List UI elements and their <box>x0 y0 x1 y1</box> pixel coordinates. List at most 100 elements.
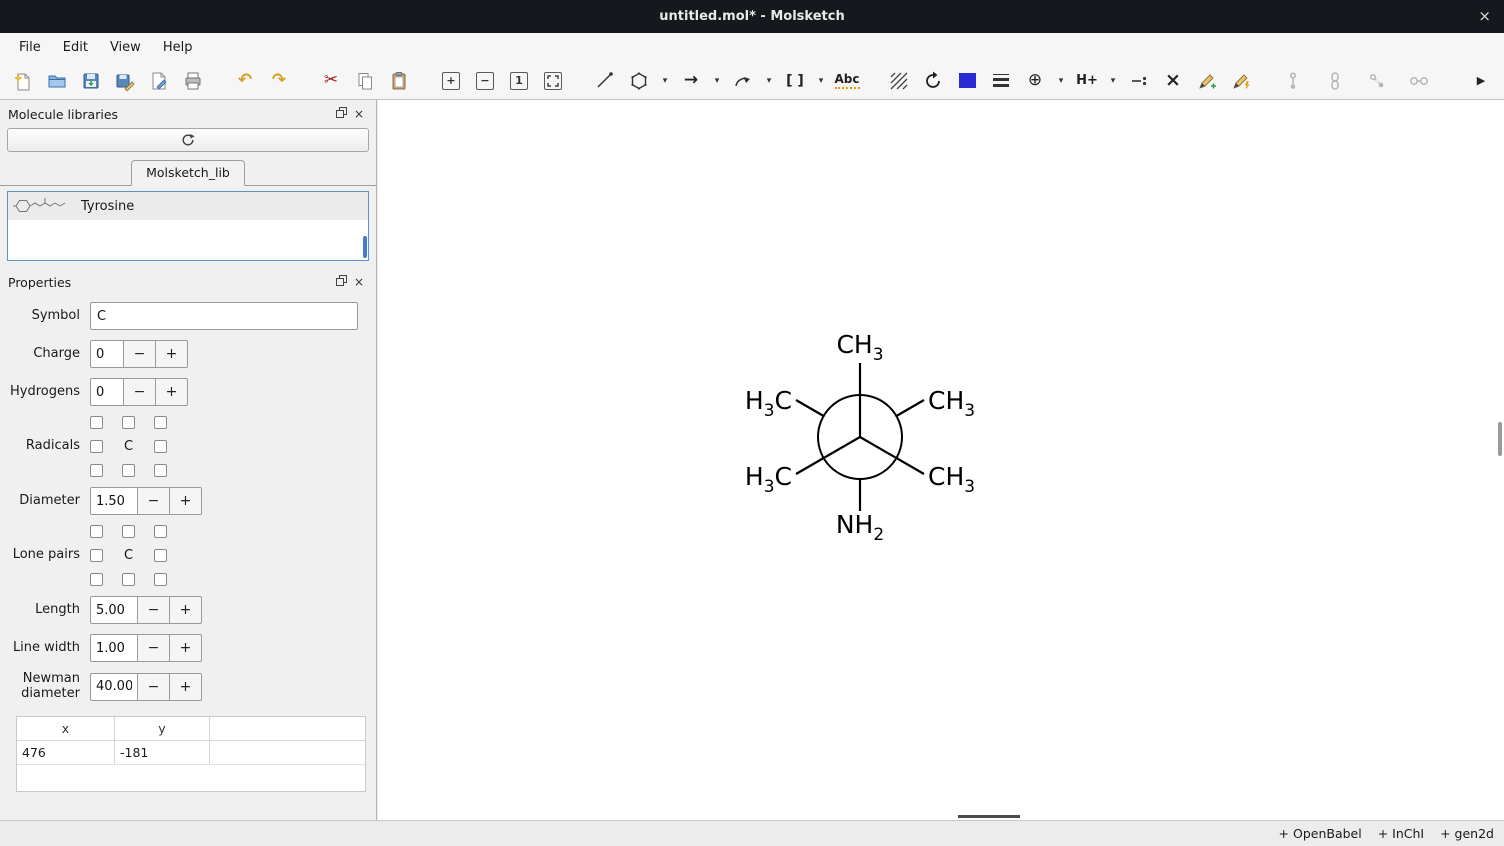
toolbar-overflow-button[interactable]: ▶ <box>1466 66 1496 96</box>
cut-button[interactable]: ✂ <box>316 66 346 96</box>
rotate-tool-button[interactable] <box>918 66 948 96</box>
ring-tool-dropdown[interactable]: ▾ <box>658 66 672 96</box>
line-width-input[interactable] <box>90 634 138 662</box>
save-as-button[interactable] <box>110 66 140 96</box>
radical-checkbox[interactable] <box>154 440 167 453</box>
horizontal-scrollbar-thumb[interactable] <box>958 815 1020 818</box>
rotate-icon <box>923 71 943 91</box>
curved-arrow-tool-dropdown[interactable]: ▾ <box>762 66 776 96</box>
text-tool-button[interactable]: Abc <box>832 66 862 96</box>
zoom-out-button[interactable]: − <box>470 66 500 96</box>
export-button[interactable] <box>144 66 174 96</box>
lone-pair-checkbox[interactable] <box>90 573 103 586</box>
symbol-input[interactable] <box>90 302 358 330</box>
radical-checkbox[interactable] <box>154 416 167 429</box>
coordinates-table: x y 476 -181 <box>16 716 366 792</box>
color-picker-button[interactable] <box>952 66 982 96</box>
hydrogens-decrease-button[interactable]: − <box>123 378 156 406</box>
length-decrease-button[interactable]: − <box>137 596 170 624</box>
view-groups-button-disabled[interactable] <box>1404 66 1434 96</box>
length-input[interactable] <box>90 596 138 624</box>
diameter-input[interactable] <box>90 487 138 515</box>
save-button[interactable] <box>76 66 106 96</box>
list-item-label: Tyrosine <box>81 199 134 214</box>
undo-button[interactable]: ↶ <box>230 66 260 96</box>
arrow-tool-button[interactable]: → <box>676 66 706 96</box>
hydrogens-input[interactable] <box>90 378 124 406</box>
coordinate-x-cell[interactable]: 476 <box>17 741 115 764</box>
newman-diameter-input[interactable] <box>90 673 138 701</box>
tab-molsketch-lib[interactable]: Molsketch_lib <box>131 160 245 186</box>
draw-bond-tool-button[interactable] <box>590 66 620 96</box>
lone-pair-checkbox[interactable] <box>154 573 167 586</box>
float-panel-button[interactable] <box>332 275 350 289</box>
charge-tool-button[interactable]: ⊕ <box>1020 66 1050 96</box>
arrow-tool-dropdown[interactable]: ▾ <box>710 66 724 96</box>
redo-button[interactable]: ↷ <box>264 66 294 96</box>
copy-button[interactable] <box>350 66 380 96</box>
charge-tool-dropdown[interactable]: ▾ <box>1054 66 1068 96</box>
zoom-fit-button[interactable] <box>538 66 568 96</box>
bracket-tool-button[interactable]: [ ] <box>780 66 810 96</box>
menu-edit[interactable]: Edit <box>52 36 99 59</box>
lone-pair-checkbox[interactable] <box>122 573 135 586</box>
charge-increase-button[interactable]: + <box>155 340 188 368</box>
hydrogen-tool-dropdown[interactable]: ▾ <box>1106 66 1120 96</box>
list-item-tyrosine[interactable]: Tyrosine <box>8 192 368 220</box>
radical-checkbox[interactable] <box>90 440 103 453</box>
drawing-canvas[interactable]: CH3 H3C CH3 H3C CH3 NH2 <box>378 100 1504 820</box>
radical-checkbox[interactable] <box>90 416 103 429</box>
radical-checkbox[interactable] <box>122 416 135 429</box>
atom-label-upper-right: CH3 <box>928 386 975 421</box>
zoom-original-button[interactable]: 1 <box>504 66 534 96</box>
newman-diameter-increase-button[interactable]: + <box>169 673 202 701</box>
diameter-increase-button[interactable]: + <box>169 487 202 515</box>
refresh-libraries-button[interactable] <box>7 128 369 152</box>
length-increase-button[interactable]: + <box>169 596 202 624</box>
radical-checkbox[interactable] <box>154 464 167 477</box>
hydrogens-increase-button[interactable]: + <box>155 378 188 406</box>
line-width-increase-button[interactable]: + <box>169 634 202 662</box>
close-panel-button[interactable]: × <box>350 275 368 289</box>
float-panel-button[interactable] <box>332 107 350 121</box>
pen-spark-tool-button[interactable] <box>1226 66 1256 96</box>
newman-diameter-decrease-button[interactable]: − <box>137 673 170 701</box>
charge-decrease-button[interactable]: − <box>123 340 156 368</box>
bracket-tool-dropdown[interactable]: ▾ <box>814 66 828 96</box>
paste-button[interactable] <box>384 66 414 96</box>
diameter-decrease-button[interactable]: − <box>137 487 170 515</box>
coordinate-y-cell[interactable]: -181 <box>115 741 210 764</box>
charge-input[interactable] <box>90 340 124 368</box>
lone-pair-checkbox[interactable] <box>154 525 167 538</box>
line-width-decrease-button[interactable]: − <box>137 634 170 662</box>
zoom-in-button[interactable]: + <box>436 66 466 96</box>
curved-arrow-tool-button[interactable] <box>728 66 758 96</box>
close-panel-button[interactable]: × <box>350 107 368 121</box>
ring-tool-button[interactable] <box>624 66 654 96</box>
lone-pair-checkbox[interactable] <box>122 525 135 538</box>
detach-button-disabled[interactable] <box>1362 66 1392 96</box>
hatch-selection-tool-button[interactable] <box>884 66 914 96</box>
menu-view[interactable]: View <box>99 36 152 59</box>
library-scrollbar[interactable] <box>363 236 367 258</box>
menu-help[interactable]: Help <box>152 36 204 59</box>
delete-tool-button[interactable]: × <box>1158 66 1188 96</box>
lone-pair-checkbox[interactable] <box>154 549 167 562</box>
print-button[interactable] <box>178 66 208 96</box>
vertical-scrollbar-thumb[interactable] <box>1498 422 1502 456</box>
new-file-button[interactable] <box>8 66 38 96</box>
radical-checkbox[interactable] <box>90 464 103 477</box>
hydrogen-tool-button[interactable]: H+ <box>1072 66 1102 96</box>
pen-add-tool-button[interactable] <box>1192 66 1222 96</box>
radical-checkbox[interactable] <box>122 464 135 477</box>
menu-file[interactable]: File <box>8 36 52 59</box>
lone-pair-tool-button[interactable] <box>1124 66 1154 96</box>
lone-pair-checkbox[interactable] <box>90 549 103 562</box>
open-file-button[interactable] <box>42 66 72 96</box>
lone-pair-checkbox[interactable] <box>90 525 103 538</box>
link-atoms-button-disabled[interactable] <box>1278 66 1308 96</box>
window-close-button[interactable]: × <box>1478 7 1491 25</box>
chain-button-disabled[interactable] <box>1320 66 1350 96</box>
newman-projection[interactable]: CH3 H3C CH3 H3C CH3 NH2 <box>700 317 1020 557</box>
line-width-button[interactable] <box>986 66 1016 96</box>
